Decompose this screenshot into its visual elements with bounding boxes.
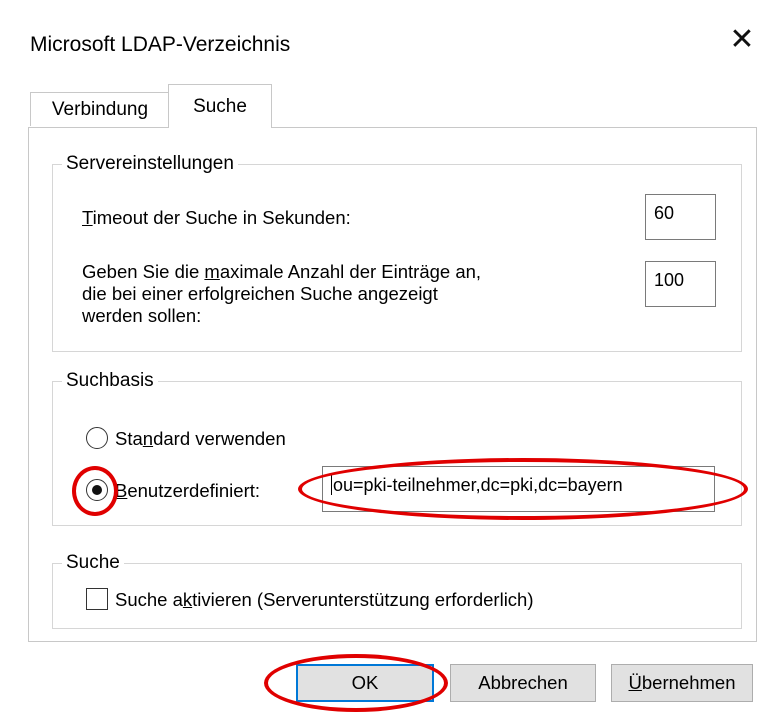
standard-radio-label[interactable]: Standard verwenden <box>115 428 286 450</box>
custom-radio[interactable] <box>86 479 108 501</box>
apply-button[interactable]: Übernehmen <box>611 664 753 702</box>
custom-base-input[interactable]: ou=pki-teilnehmer,dc=pki,dc=bayern <box>322 466 715 512</box>
server-settings-legend: Servereinstellungen <box>62 153 238 175</box>
close-icon[interactable]: ✕ <box>724 22 760 58</box>
ok-button[interactable]: OK <box>296 664 434 702</box>
cancel-button[interactable]: Abbrechen <box>450 664 596 702</box>
search-enable-checkbox[interactable] <box>86 588 108 610</box>
standard-radio[interactable] <box>86 427 108 449</box>
max-entries-label: Geben Sie die maximale Anzahl der Einträ… <box>82 261 482 326</box>
tab-verbindung[interactable]: Verbindung <box>30 92 170 126</box>
search-base-legend: Suchbasis <box>62 370 158 392</box>
timeout-input[interactable]: 60 <box>645 194 716 240</box>
radio-selected-dot <box>92 485 102 495</box>
search-legend: Suche <box>62 552 124 574</box>
max-entries-input[interactable]: 100 <box>645 261 716 307</box>
custom-radio-label[interactable]: Benutzerdefiniert: <box>115 480 260 502</box>
tab-suche[interactable]: Suche <box>168 84 272 128</box>
search-enable-label[interactable]: Suche aktivieren (Serverunterstützung er… <box>115 589 534 611</box>
window-title: Microsoft LDAP-Verzeichnis <box>30 33 291 56</box>
timeout-label: Timeout der Suche in Sekunden: <box>82 207 351 228</box>
